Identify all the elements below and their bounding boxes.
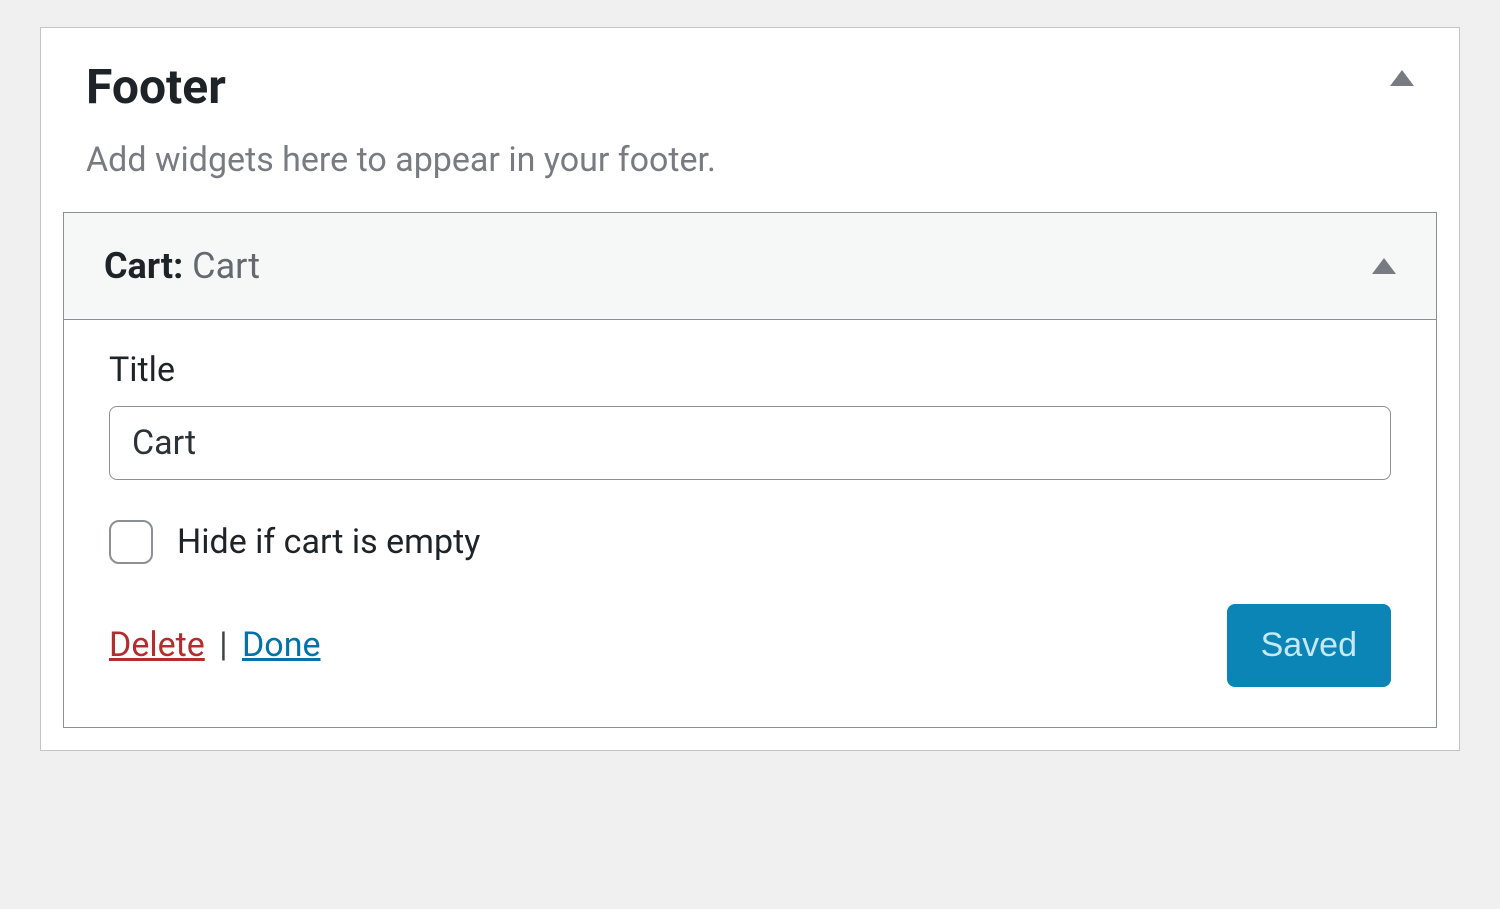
widget-area-header: Footer <box>41 28 1459 116</box>
widget-body: Title Hide if cart is empty Delete | Don… <box>64 320 1436 727</box>
title-input[interactable] <box>109 406 1391 480</box>
widget-name-colon: : <box>173 245 192 287</box>
action-separator: | <box>213 625 233 665</box>
widget-instance-label: Cart <box>192 245 260 287</box>
hide-empty-label: Hide if cart is empty <box>177 522 480 562</box>
widget-item: Cart: Cart Title Hide if cart is empty D… <box>63 212 1437 728</box>
hide-empty-checkbox[interactable] <box>109 520 153 564</box>
widget-area-description: Add widgets here to appear in your foote… <box>41 116 1459 212</box>
widget-area-title: Footer <box>86 58 226 116</box>
widget-area-panel: Footer Add widgets here to appear in you… <box>40 27 1460 751</box>
done-link[interactable]: Done <box>242 625 321 665</box>
widget-item-header[interactable]: Cart: Cart <box>64 213 1436 320</box>
delete-link[interactable]: Delete <box>109 625 205 665</box>
widget-action-links: Delete | Done <box>109 625 321 665</box>
title-field-label: Title <box>109 350 1391 390</box>
triangle-up-icon[interactable] <box>1390 70 1414 86</box>
hide-empty-row: Hide if cart is empty <box>109 520 1391 564</box>
widget-actions-row: Delete | Done Saved <box>109 604 1391 687</box>
widget-type-label: Cart <box>104 245 173 287</box>
widget-name: Cart: Cart <box>104 245 260 287</box>
triangle-up-icon[interactable] <box>1372 258 1396 274</box>
saved-button[interactable]: Saved <box>1227 604 1391 687</box>
